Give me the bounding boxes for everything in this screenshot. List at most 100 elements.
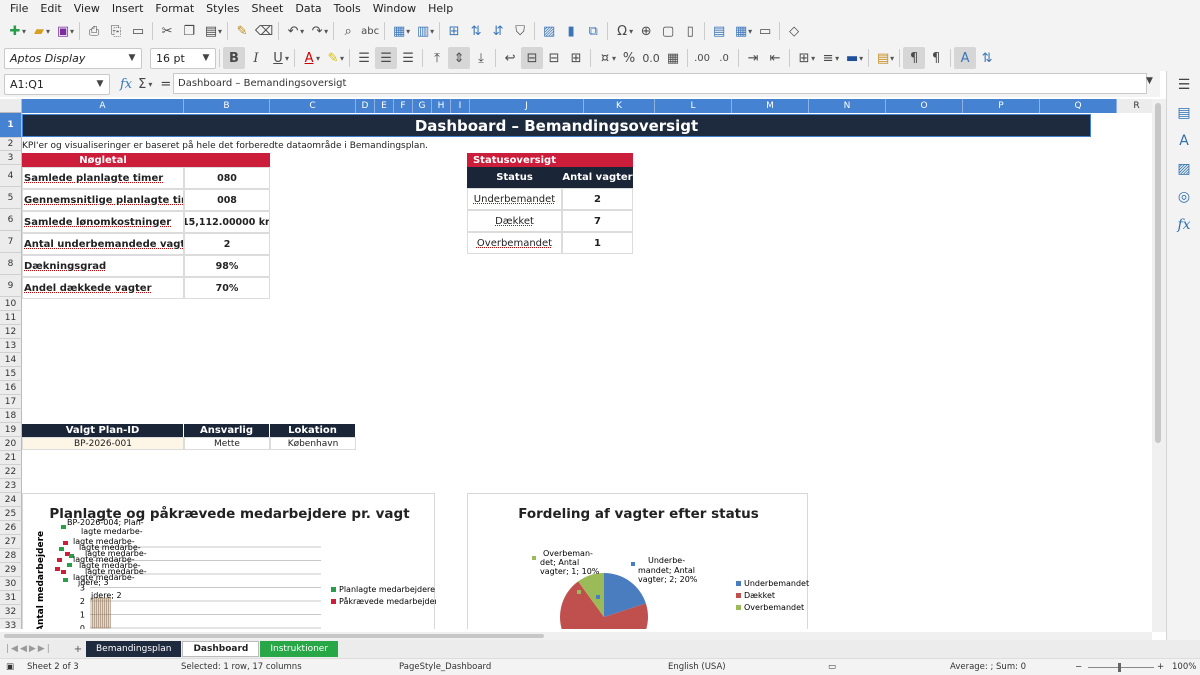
zoom-level[interactable]: 100% (1172, 662, 1196, 672)
italic-icon[interactable]: I (245, 47, 267, 69)
merge-center-icon[interactable]: ⊟ (521, 47, 544, 69)
select-all-corner[interactable] (0, 99, 22, 113)
plan-value-cell[interactable]: København (270, 437, 356, 450)
horizontal-scrollbar[interactable] (0, 632, 1152, 640)
row-header-15[interactable]: 15 (0, 367, 22, 381)
status-col-header[interactable]: Status (467, 167, 562, 188)
note-cell[interactable]: KPI'er og visualiseringer er baseret på … (22, 139, 622, 153)
vertical-scrollbar[interactable] (1152, 99, 1166, 632)
gallery-icon[interactable]: ▨ (1167, 155, 1200, 183)
column-header-h[interactable]: H (432, 99, 451, 113)
vertical-scroll-thumb[interactable] (1155, 103, 1161, 443)
row-header-2[interactable]: 2 (0, 138, 22, 151)
row-header-13[interactable]: 13 (0, 339, 22, 353)
column-header-f[interactable]: F (394, 99, 413, 113)
insert-image-icon[interactable]: ▨ (538, 20, 560, 42)
row-header-22[interactable]: 22 (0, 465, 22, 479)
status-title-blank[interactable] (562, 153, 633, 167)
show-draw-functions-icon[interactable]: ◇ (783, 20, 805, 42)
pivot-table-icon[interactable]: ⊞ (443, 20, 465, 42)
pivot-icon[interactable]: ⧉ (582, 20, 604, 42)
chevron-down-icon[interactable]: ▼ (197, 49, 215, 68)
spelling-icon[interactable]: abc (359, 20, 381, 42)
align-bottom-icon[interactable]: ⤓ (470, 47, 492, 69)
row-header-30[interactable]: 30 (0, 577, 22, 591)
row-header-25[interactable]: 25 (0, 507, 22, 521)
properties-icon[interactable]: ▤ (1167, 99, 1200, 127)
row-header-3[interactable]: 3 (0, 151, 22, 165)
decrease-indent-icon[interactable]: ⇤ (764, 47, 786, 69)
status-name-cell[interactable]: Underbemandet (467, 188, 562, 210)
row-header-10[interactable]: 10 (0, 297, 22, 311)
row-header-11[interactable]: 11 (0, 311, 22, 325)
row-header-32[interactable]: 32 (0, 605, 22, 619)
column-header-i[interactable]: I (451, 99, 470, 113)
percent-icon[interactable]: % (618, 47, 640, 69)
row-header-1[interactable]: 1 (0, 113, 22, 138)
name-box[interactable]: A1:Q1 ▼ (4, 73, 110, 95)
sort-ascending-icon[interactable]: ⇅ (465, 20, 487, 42)
navigator-icon[interactable]: ◎ (1167, 183, 1200, 211)
column-header-n[interactable]: N (809, 99, 886, 113)
sort-descending-icon[interactable]: ⇵ (487, 20, 509, 42)
page-style[interactable]: PageStyle_Dashboard (399, 662, 491, 672)
kpi-label-cell[interactable]: Antal underbemandede vagter (22, 233, 184, 255)
sort-text-icon[interactable]: ⇅ (976, 47, 998, 69)
menu-edit[interactable]: Edit (34, 0, 67, 17)
functions-icon[interactable]: fx (1167, 211, 1200, 239)
bold-icon[interactable]: B (223, 47, 245, 69)
menu-styles[interactable]: Styles (200, 0, 245, 17)
row-header-6[interactable]: 6 (0, 209, 22, 231)
chevron-down-icon[interactable]: ▼ (123, 49, 141, 68)
row-header-33[interactable]: 33 (0, 619, 22, 629)
expand-formula-icon[interactable]: ▼ (1146, 76, 1153, 86)
delete-decimal-icon[interactable]: .0 (713, 47, 735, 69)
row-header-4[interactable]: 4 (0, 165, 22, 187)
kpi-label-cell[interactable]: Andel dækkede vagter (22, 277, 184, 299)
column-header-q[interactable]: Q (1040, 99, 1117, 113)
row-header-24[interactable]: 24 (0, 493, 22, 507)
formula-input[interactable]: Dashboard – Bemandingsoversigt (173, 73, 1147, 94)
kpi-value-cell[interactable]: 98% (184, 255, 270, 277)
status-count-cell[interactable]: 1 (562, 232, 633, 254)
status-title[interactable]: Statusoversigt (467, 153, 562, 167)
row-header-19[interactable]: 19 (0, 423, 22, 437)
menu-format[interactable]: Format (149, 0, 200, 17)
column-header-a[interactable]: A (22, 99, 184, 113)
menu-insert[interactable]: Insert (106, 0, 150, 17)
sheet-tab-0[interactable]: Bemandingsplan (86, 641, 182, 657)
zoom-slider-handle[interactable] (1118, 663, 1121, 672)
column-header-m[interactable]: M (732, 99, 809, 113)
row-header-31[interactable]: 31 (0, 591, 22, 605)
menu-data[interactable]: Data (289, 0, 327, 17)
zoom-slider[interactable] (1088, 667, 1154, 668)
horizontal-scroll-thumb[interactable] (4, 634, 544, 638)
copy-icon[interactable]: ❐ (178, 20, 200, 42)
wrap-text-icon[interactable]: ↩ (499, 47, 521, 69)
row-header-9[interactable]: 9 (0, 275, 22, 297)
status-count-cell[interactable]: 2 (562, 188, 633, 210)
define-print-area-icon[interactable]: ▤ (708, 20, 730, 42)
column-header-j[interactable]: J (470, 99, 584, 113)
clear-formatting-icon[interactable]: ⌫ (253, 20, 275, 42)
kpi-label-cell[interactable]: Dækningsgrad (22, 255, 184, 277)
plan-header-cell[interactable]: Valgt Plan-ID (22, 424, 184, 437)
menu-tools[interactable]: Tools (328, 0, 367, 17)
plan-value-cell[interactable]: Mette (184, 437, 270, 450)
chevron-down-icon[interactable]: ▼ (91, 75, 109, 94)
print-icon[interactable]: ⎘ (105, 20, 127, 42)
text-direction-rtl-icon[interactable]: ¶ (925, 47, 947, 69)
export-pdf-icon[interactable]: ⎙ (83, 20, 105, 42)
text-direction-ltr-icon[interactable]: ¶ (903, 47, 926, 69)
column-header-c[interactable]: C (270, 99, 356, 113)
insert-chart-icon[interactable]: ▮ (560, 20, 582, 42)
row-header-29[interactable]: 29 (0, 563, 22, 577)
status-name-cell[interactable]: Dækket (467, 210, 562, 232)
kpi-label-cell[interactable]: Samlede lønomkostninger (22, 211, 184, 233)
header-footer-icon[interactable]: ▯ (679, 20, 701, 42)
column-header-d[interactable]: D (356, 99, 375, 113)
row-header-7[interactable]: 7 (0, 231, 22, 253)
dashboard-title-cell[interactable]: Dashboard – Bemandingsoversigt (22, 114, 1091, 137)
vertical-text-icon[interactable]: A (954, 47, 977, 69)
row-header-12[interactable]: 12 (0, 325, 22, 339)
